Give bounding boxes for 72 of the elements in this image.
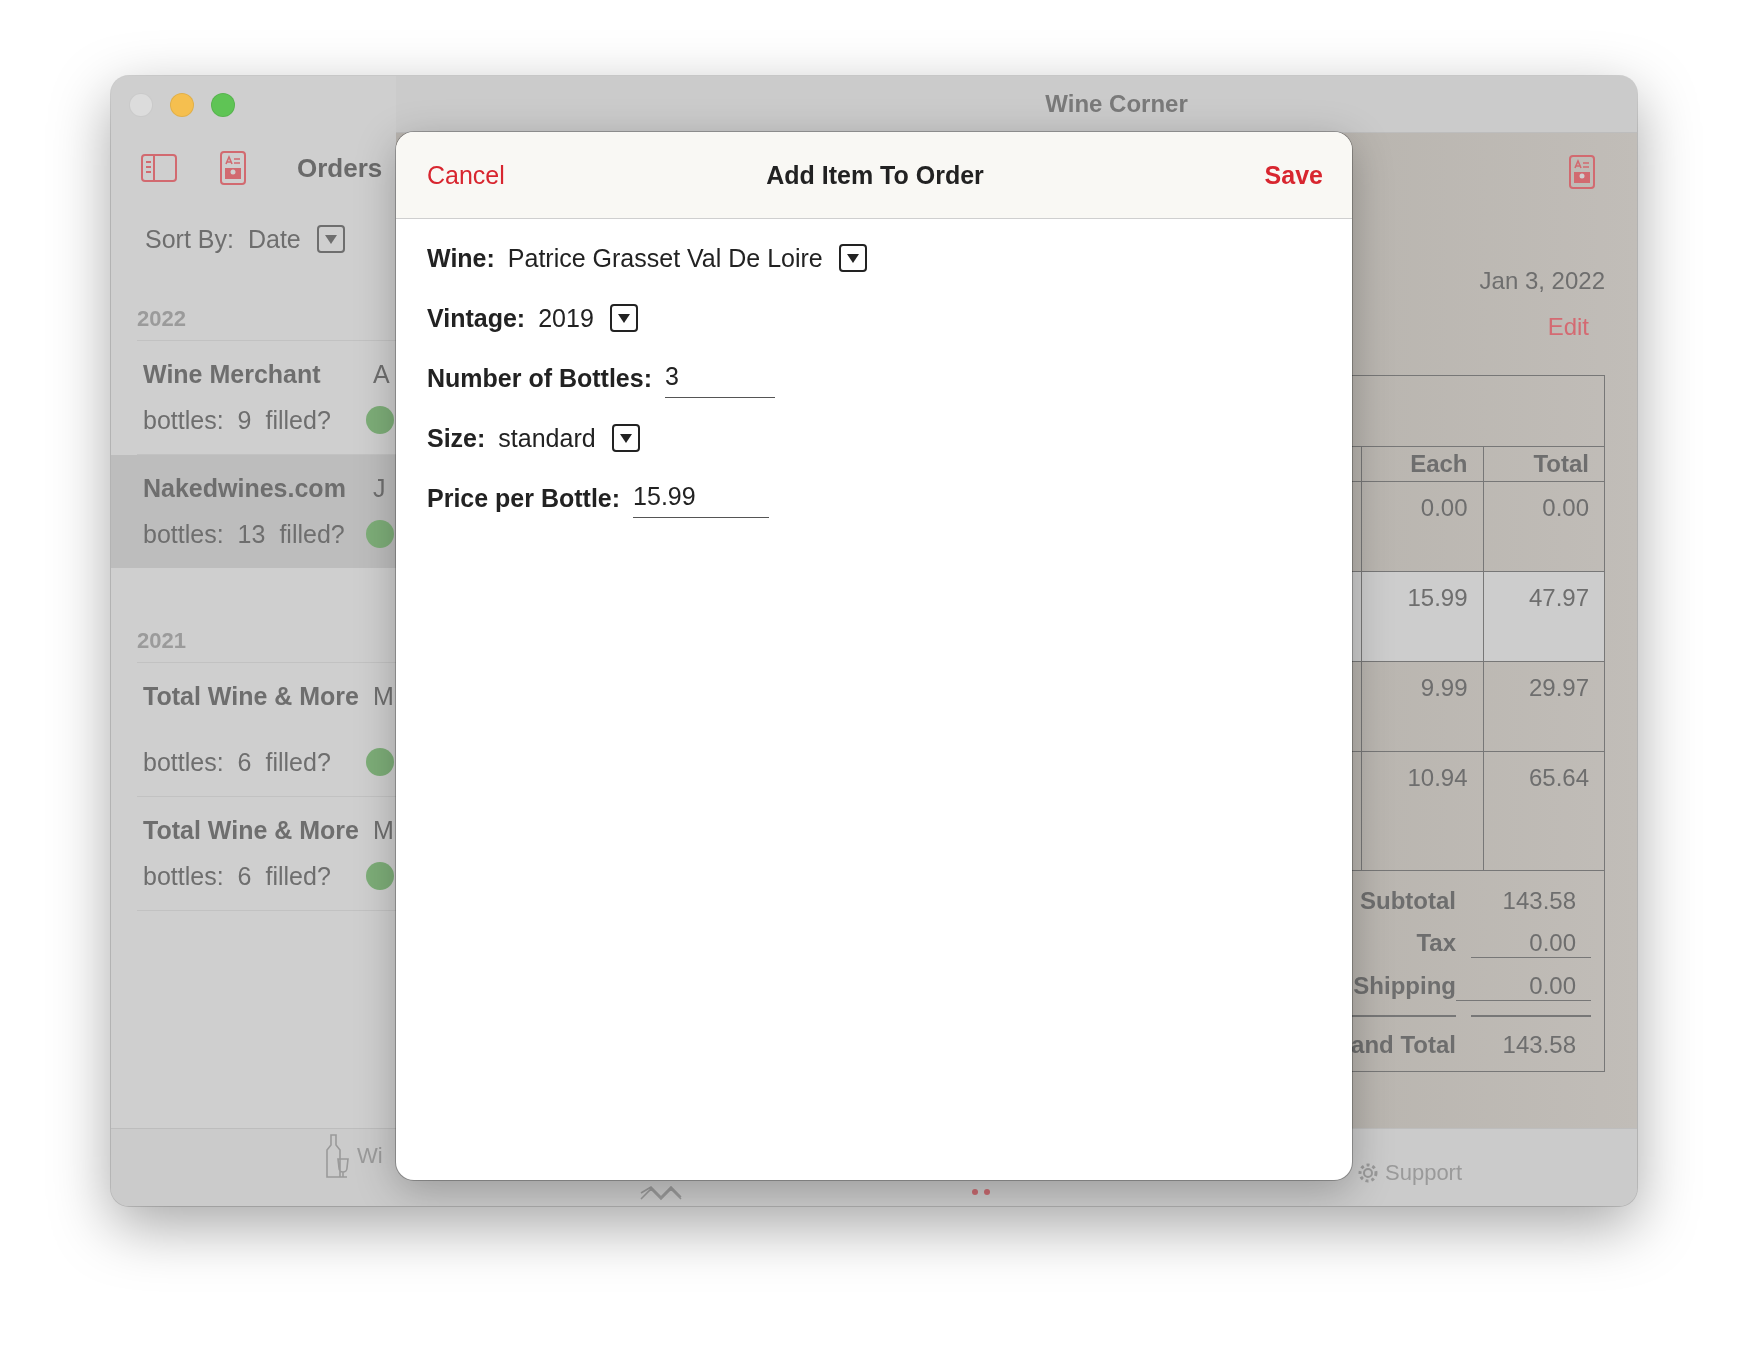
store-name: Total Wine & More (143, 815, 359, 845)
bottles-count: 6 (237, 861, 252, 891)
dropdown-button[interactable] (609, 304, 638, 332)
field-label: Size: (427, 423, 486, 453)
summary-value: 143.58 (1501, 887, 1577, 915)
amount-field[interactable]: 0.00 (1456, 972, 1591, 1001)
summary-label: Shipping (1352, 972, 1456, 1001)
table-cell: 47.97 (1483, 571, 1605, 662)
toolbar-title: Orders (297, 152, 383, 184)
field-label: Number of Bottles: (427, 363, 652, 393)
order-date: A (373, 359, 390, 389)
filled-label: filled? (265, 405, 331, 435)
filled-label: filled? (265, 747, 331, 777)
bottles-count: 9 (237, 405, 252, 435)
bottles-count: 6 (237, 747, 252, 777)
table-cell: 0.00 (1361, 481, 1483, 572)
dots-icon[interactable] (971, 1188, 991, 1196)
filled-label: filled? (279, 519, 345, 549)
bottles-label: bottles: (143, 405, 224, 435)
document-icon[interactable] (1569, 155, 1595, 189)
zigzag-icon[interactable] (639, 1185, 683, 1201)
table-cell: 0.00 (1483, 481, 1605, 572)
sort-value: Date (247, 224, 301, 254)
bottles-label: bottles: (143, 747, 224, 777)
order-date: M (373, 681, 394, 711)
field-label: Price per Bottle: (427, 483, 621, 513)
summary-label: Subtotal (1359, 887, 1456, 915)
save-button[interactable]: Save (1264, 160, 1323, 190)
bottles-label: bottles: (143, 861, 224, 891)
store-name: Nakedwines.com (143, 473, 346, 503)
filled-label: filled? (265, 861, 331, 891)
window-title: Wine Corner (1045, 90, 1188, 118)
table-cell: 10.94 (1361, 751, 1483, 871)
minimize-button[interactable] (170, 93, 194, 117)
field-label: Wine: (427, 243, 495, 273)
order-date: J (373, 473, 386, 503)
bottles-count: 13 (237, 519, 266, 549)
column-header: Total (1483, 446, 1605, 482)
cancel-button[interactable]: Cancel (427, 160, 505, 190)
summary-value: 143.58 (1471, 1015, 1591, 1059)
table-cell: 29.97 (1483, 661, 1605, 752)
document-icon[interactable] (220, 151, 246, 185)
summary-label: Tax (1415, 929, 1456, 958)
dropdown-button[interactable] (838, 244, 867, 272)
input-field[interactable]: 15.99 (633, 478, 770, 518)
order-row[interactable]: Wine Merchant A bottles: 9 filled? (111, 341, 396, 454)
input-field[interactable]: 3 (665, 358, 775, 398)
store-name: Total Wine & More (143, 681, 359, 711)
amount-field[interactable]: 0.00 (1471, 929, 1591, 958)
edit-link[interactable]: Edit (1547, 313, 1589, 341)
table-cell: 65.64 (1483, 751, 1605, 871)
gear-icon[interactable] (1357, 1162, 1379, 1184)
bottles-label: bottles: (143, 519, 224, 549)
zoom-button[interactable] (211, 93, 235, 117)
selected-value: 2019 (538, 303, 594, 333)
sort-label: Sort By: (145, 224, 234, 254)
selected-value: Patrice Grasset Val De Loire (507, 243, 823, 273)
selected-value: standard (498, 423, 596, 453)
order-date: M (373, 815, 394, 845)
order-row[interactable]: Total Wine & More M bottles: 6 filled? (111, 797, 396, 910)
dialog-title: Add Item To Order (766, 160, 984, 190)
table-cell: 15.99 (1361, 571, 1483, 662)
bottle-icon[interactable] (325, 1133, 351, 1179)
order-row[interactable]: Nakedwines.com J bottles: 13 filled? (111, 455, 396, 568)
sidebar-toggle-icon[interactable] (141, 154, 177, 182)
field-label: Vintage: (427, 303, 526, 333)
column-header: Each (1361, 446, 1483, 482)
order-date: Jan 3, 2022 (1479, 267, 1605, 295)
order-row[interactable]: Total Wine & More M bottles: 6 filled? (111, 663, 396, 796)
table-cell: 9.99 (1361, 661, 1483, 752)
store-name: Wine Merchant (143, 359, 321, 389)
dropdown-button[interactable] (611, 424, 640, 452)
